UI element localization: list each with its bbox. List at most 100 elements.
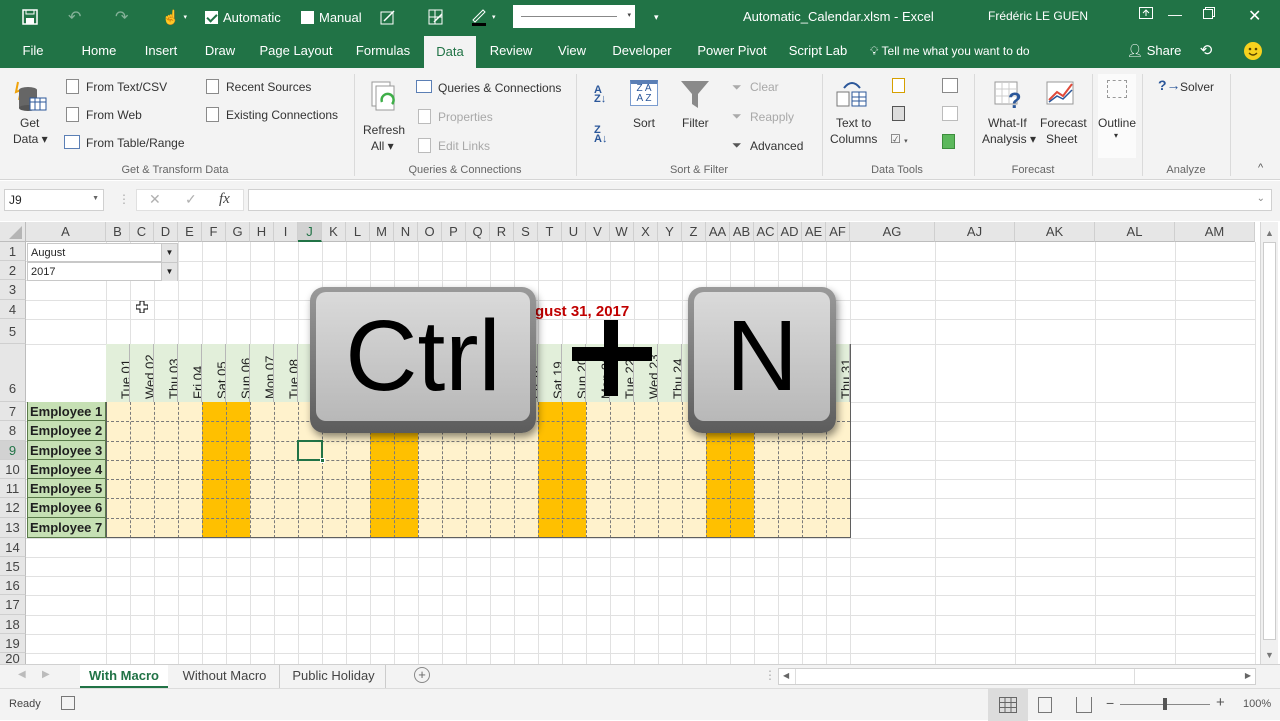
row-header-15[interactable]: 15 <box>0 557 26 576</box>
manual-checkbox[interactable]: Manual <box>301 6 362 28</box>
column-header-al[interactable]: AL <box>1095 222 1175 242</box>
tell-me-search[interactable]: 💡︎ Tell me what you want to do <box>870 34 1040 68</box>
tab-review[interactable]: Review <box>488 34 534 68</box>
column-header-t[interactable]: T <box>538 222 562 242</box>
column-header-af[interactable]: AF <box>826 222 850 242</box>
redo-icon[interactable]: ↷ <box>115 6 128 28</box>
column-header-aa[interactable]: AA <box>706 222 730 242</box>
column-header-s[interactable]: S <box>514 222 538 242</box>
tab-script-lab[interactable]: Script Lab <box>788 34 848 68</box>
sort-a-z-icon[interactable]: A Z↓ <box>594 85 606 105</box>
tab-draw[interactable]: Draw <box>200 34 240 68</box>
column-header-c[interactable]: C <box>130 222 154 242</box>
column-header-w[interactable]: W <box>610 222 634 242</box>
page-layout-view-icon[interactable] <box>1038 697 1052 713</box>
drag-handle-icon[interactable]: ⋮ <box>118 192 130 206</box>
remove-duplicates-icon[interactable] <box>892 106 905 121</box>
tab-power-pivot[interactable]: Power Pivot <box>694 34 770 68</box>
next-sheet-icon[interactable]: ▶ <box>42 669 50 680</box>
column-header-l[interactable]: L <box>346 222 370 242</box>
scroll-up-icon[interactable]: ▲ <box>1265 228 1274 238</box>
horizontal-scrollbar[interactable]: ◀ ▶ <box>778 668 1256 685</box>
column-header-ae[interactable]: AE <box>802 222 826 242</box>
data-validation-icon[interactable]: ☑ ▾ <box>890 132 908 146</box>
row-header-5[interactable]: 5 <box>0 319 26 344</box>
column-header-ac[interactable]: AC <box>754 222 778 242</box>
employee-name[interactable]: Employee 6 <box>27 498 106 518</box>
row-header-2[interactable]: 2 <box>0 261 26 280</box>
column-header-ak[interactable]: AK <box>1015 222 1095 242</box>
column-header-x[interactable]: X <box>634 222 658 242</box>
chevron-down-icon[interactable]: ▼ <box>161 263 177 281</box>
what-if-label-2[interactable]: Analysis ▾ <box>982 132 1036 146</box>
column-header-y[interactable]: Y <box>658 222 682 242</box>
sheet-tab-with-macro[interactable]: With Macro <box>80 665 168 688</box>
text-to-columns-label[interactable]: Text to <box>836 116 871 130</box>
formula-input[interactable]: ⌄ <box>248 189 1272 211</box>
tab-data[interactable]: Data <box>424 36 476 68</box>
vertical-scrollbar[interactable]: ▲ ▼ <box>1260 222 1278 664</box>
row-header-14[interactable]: 14 <box>0 538 26 557</box>
column-header-q[interactable]: Q <box>466 222 490 242</box>
prev-sheet-icon[interactable]: ◀ <box>18 669 26 680</box>
touch-mode-icon[interactable]: ☝ ▾ <box>162 6 187 28</box>
customize-qat-icon[interactable]: ▾ <box>654 6 659 28</box>
text-to-columns-label-2[interactable]: Columns <box>830 132 877 146</box>
tab-file[interactable]: File <box>18 34 48 68</box>
employee-name[interactable]: Employee 5 <box>27 479 106 498</box>
clear-button[interactable]: Clear <box>750 80 779 94</box>
row-header-13[interactable]: 13 <box>0 518 26 538</box>
history-icon[interactable]: ⟲ <box>1196 34 1216 68</box>
manage-data-model-icon[interactable] <box>942 134 955 149</box>
advanced-button[interactable]: Advanced <box>750 139 803 153</box>
column-header-o[interactable]: O <box>418 222 442 242</box>
row-header-18[interactable]: 18 <box>0 615 26 634</box>
scroll-right-icon[interactable]: ▶ <box>1245 671 1251 680</box>
from-web-button[interactable]: From Web <box>86 108 142 122</box>
fill-handle[interactable] <box>320 458 325 463</box>
column-header-k[interactable]: K <box>322 222 346 242</box>
row-header-8[interactable]: 8 <box>0 421 26 441</box>
row-header-9[interactable]: 9 <box>0 441 26 460</box>
column-header-u[interactable]: U <box>562 222 586 242</box>
ribbon-display-icon[interactable] <box>1139 6 1153 22</box>
row-header-17[interactable]: 17 <box>0 595 26 615</box>
column-header-am[interactable]: AM <box>1175 222 1255 242</box>
from-text-csv-button[interactable]: From Text/CSV <box>86 80 167 94</box>
sheet-tab-without-macro[interactable]: Without Macro <box>170 665 280 688</box>
forecast-sheet-label[interactable]: Forecast <box>1040 116 1087 130</box>
from-table-range-button[interactable]: From Table/Range <box>86 136 185 150</box>
what-if-label[interactable]: What-If <box>988 116 1027 130</box>
solver-button[interactable]: Solver <box>1180 80 1214 94</box>
border-draw-icon[interactable] <box>428 6 444 28</box>
row-header-16[interactable]: 16 <box>0 576 26 595</box>
vertical-scroll-thumb[interactable] <box>1263 242 1276 640</box>
save-icon[interactable] <box>22 6 38 28</box>
employee-name[interactable]: Employee 2 <box>27 421 106 441</box>
recent-sources-button[interactable]: Recent Sources <box>226 80 311 94</box>
column-header-b[interactable]: B <box>106 222 130 242</box>
filter-button[interactable]: Filter <box>682 116 709 130</box>
column-header-e[interactable]: E <box>178 222 202 242</box>
automatic-checkbox[interactable]: Automatic <box>205 6 281 28</box>
close-icon[interactable]: ✕ <box>1248 6 1261 26</box>
smiley-feedback-icon[interactable] <box>1242 34 1264 68</box>
tab-page-layout[interactable]: Page Layout <box>258 34 334 68</box>
cancel-icon[interactable]: ✕ <box>149 191 161 208</box>
pen-color-icon[interactable]: ▾ <box>470 6 496 28</box>
column-header-ad[interactable]: AD <box>778 222 802 242</box>
edit-formula-icon[interactable] <box>380 6 396 28</box>
name-box[interactable]: J9 ▼ <box>4 189 104 211</box>
edit-links-button[interactable]: Edit Links <box>438 139 490 153</box>
column-header-ag[interactable]: AG <box>850 222 935 242</box>
column-header-j[interactable]: J <box>298 222 322 242</box>
tab-formulas[interactable]: Formulas <box>352 34 414 68</box>
row-header-10[interactable]: 10 <box>0 460 26 479</box>
row-header-7[interactable]: 7 <box>0 402 26 421</box>
insert-function-icon[interactable]: fx <box>219 191 230 208</box>
scroll-down-icon[interactable]: ▼ <box>1265 650 1274 660</box>
queries-connections-button[interactable]: Queries & Connections <box>438 81 561 95</box>
collapse-ribbon-icon[interactable]: ^ <box>1258 162 1263 174</box>
row-header-12[interactable]: 12 <box>0 498 26 518</box>
share-button[interactable]: 👤︎ Share <box>1126 34 1182 68</box>
